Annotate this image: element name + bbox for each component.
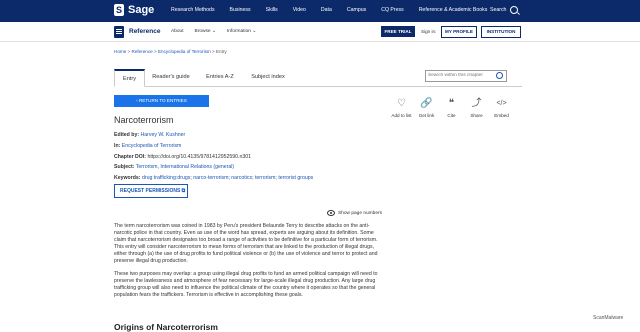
- keyword-link[interactable]: terrorist groups: [278, 175, 313, 181]
- search-icon: [510, 6, 519, 14]
- subnav-browse[interactable]: Browse ⌄: [195, 29, 216, 34]
- in-label: In:: [114, 143, 121, 149]
- share-button[interactable]: ⤴ Share: [464, 98, 489, 118]
- chapter-search-icon[interactable]: [496, 72, 503, 79]
- tab-readers-guide[interactable]: Reader's guide: [146, 69, 196, 85]
- add-to-list-button[interactable]: ♡ Add to list: [389, 98, 414, 118]
- institution-button[interactable]: INSTITUTION: [481, 26, 521, 38]
- embed-label: Embed: [494, 113, 509, 118]
- keyword-link[interactable]: terrorism: [255, 175, 275, 181]
- request-permissions-button[interactable]: REQUEST PERMISSIONS ⧉: [114, 184, 188, 198]
- doi-value[interactable]: https://doi.org/10.4135/9781412952590.n3…: [147, 154, 251, 160]
- reference-title[interactable]: Reference: [129, 28, 160, 35]
- share-icon: ⤴: [471, 98, 482, 109]
- nav-link-research-methods[interactable]: Research Methods: [171, 7, 215, 13]
- subnav-information[interactable]: Information ⌄: [227, 29, 256, 34]
- get-link-label: Get link: [418, 113, 435, 118]
- sign-in-label: Sign in:: [421, 29, 437, 34]
- heart-icon: ♡: [397, 98, 406, 109]
- reference-logo-icon[interactable]: [114, 26, 124, 38]
- show-page-numbers-label: Show page numbers: [338, 210, 382, 216]
- reference-header: [0, 22, 640, 42]
- breadcrumb: Home > Reference > Encyclopedia of Terro…: [114, 49, 227, 54]
- top-search-label: Search: [490, 7, 507, 13]
- nav-link-reference-books[interactable]: Reference & Academic Books: [419, 7, 488, 13]
- keywords-label: Keywords:: [114, 175, 141, 181]
- nav-link-business[interactable]: Business: [230, 7, 251, 13]
- tab-subject-index[interactable]: Subject index: [246, 69, 290, 85]
- breadcrumb-reference[interactable]: Reference: [132, 49, 153, 54]
- keyword-link[interactable]: narcotics: [231, 175, 252, 181]
- link-icon: 🔗: [420, 98, 433, 109]
- subnav-about[interactable]: About: [171, 29, 184, 34]
- doi-line: Chapter DOI: https://doi.org/10.4135/978…: [114, 154, 251, 160]
- edited-by-line: Edited by: Harvey W. Kushner: [114, 132, 185, 138]
- book-link[interactable]: Encyclopedia of Terrorism: [122, 143, 182, 149]
- nav-link-video[interactable]: Video: [293, 7, 306, 13]
- nav-link-data[interactable]: Data: [321, 7, 332, 13]
- body-paragraph-1: The term narcoterrorism was coined in 19…: [114, 223, 378, 264]
- sage-logo[interactable]: S Sage: [114, 4, 154, 16]
- top-nav-bar: S Sage Research Methods Business Skills …: [0, 0, 640, 22]
- subject-label: Subject:: [114, 164, 135, 170]
- sage-logo-text: Sage: [128, 4, 155, 16]
- eye-icon: [327, 210, 335, 216]
- embed-button[interactable]: </> Embed: [489, 98, 514, 118]
- editor-link[interactable]: Harvey W. Kushner: [141, 132, 186, 138]
- show-page-numbers-toggle[interactable]: Show page numbers: [327, 210, 382, 216]
- subject-line: Subject: Terrorism, International Relati…: [114, 164, 235, 170]
- tab-entry[interactable]: Entry: [114, 69, 145, 87]
- embed-icon: </>: [496, 100, 507, 107]
- entry-title: Narcoterrorism: [114, 115, 174, 125]
- get-link-button[interactable]: 🔗 Get link: [414, 98, 439, 118]
- free-trial-button[interactable]: FREE TRIAL: [381, 26, 415, 37]
- nav-link-campus[interactable]: Campus: [347, 7, 366, 13]
- breadcrumb-home[interactable]: Home: [114, 49, 126, 54]
- add-to-list-label: Add to list: [391, 113, 412, 118]
- doi-label: Chapter DOI:: [114, 154, 146, 160]
- watermark: ScanMalware: [593, 315, 624, 321]
- keywords-line: Keywords: drug trafficking:drugs; narco-…: [114, 175, 314, 181]
- return-to-entries-button[interactable]: ‹ RETURN TO ENTRIES: [114, 95, 209, 107]
- breadcrumb-current: Entry: [215, 49, 227, 54]
- keyword-link[interactable]: narco-terrorism: [193, 175, 228, 181]
- cite-label: Cite: [447, 113, 456, 118]
- quote-icon: ❝: [448, 98, 455, 109]
- tab-entries-a-z[interactable]: Entries A-Z: [201, 69, 239, 85]
- entry-actions: ♡ Add to list 🔗 Get link ❝ Cite ⤴ Share …: [389, 98, 514, 118]
- breadcrumb-book[interactable]: Encyclopedia of Terrorism: [158, 49, 211, 54]
- keyword-link[interactable]: drug trafficking:drugs: [142, 175, 190, 181]
- subject-link-terrorism[interactable]: Terrorism: [136, 164, 158, 170]
- my-profile-button[interactable]: MY PROFILE: [441, 26, 477, 38]
- chapter-search-input[interactable]: [425, 70, 507, 82]
- sage-logo-icon: S: [114, 4, 124, 16]
- in-line: In: Encyclopedia of Terrorism: [114, 143, 181, 149]
- subject-link-international-relations[interactable]: International Relations (general): [160, 164, 234, 170]
- nav-link-skills[interactable]: Skills: [266, 7, 278, 13]
- cite-button[interactable]: ❝ Cite: [439, 98, 464, 118]
- reference-subnav: About Browse ⌄ Information ⌄: [171, 29, 267, 34]
- nav-link-cq-press[interactable]: CQ Press: [381, 7, 403, 13]
- body-paragraph-2: These two purposes may overlap: a group …: [114, 271, 378, 298]
- top-search-button[interactable]: Search: [490, 6, 519, 14]
- top-nav-links: Research Methods Business Skills Video D…: [171, 7, 502, 13]
- edited-by-label: Edited by:: [114, 132, 140, 138]
- share-label: Share: [470, 113, 483, 118]
